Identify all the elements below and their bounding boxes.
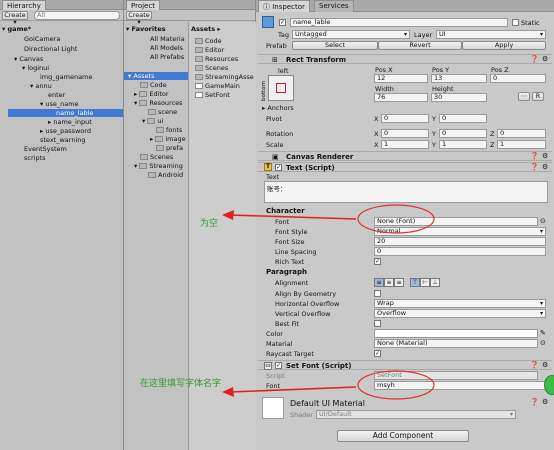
annotation-arrowhead-2 (222, 387, 234, 397)
annotation-overlay (222, 204, 435, 400)
font-field-highlight-ellipse (357, 204, 435, 234)
annotation-arrowhead-1 (222, 210, 234, 220)
fontname-field-highlight-ellipse (357, 370, 435, 400)
annotation-note-empty: 为空 (200, 219, 219, 229)
annotation-arrow-2 (229, 386, 357, 393)
annotation-note-font-name: 在这里填写字体名字 (140, 379, 222, 389)
annotation-arrow-1 (229, 214, 357, 220)
